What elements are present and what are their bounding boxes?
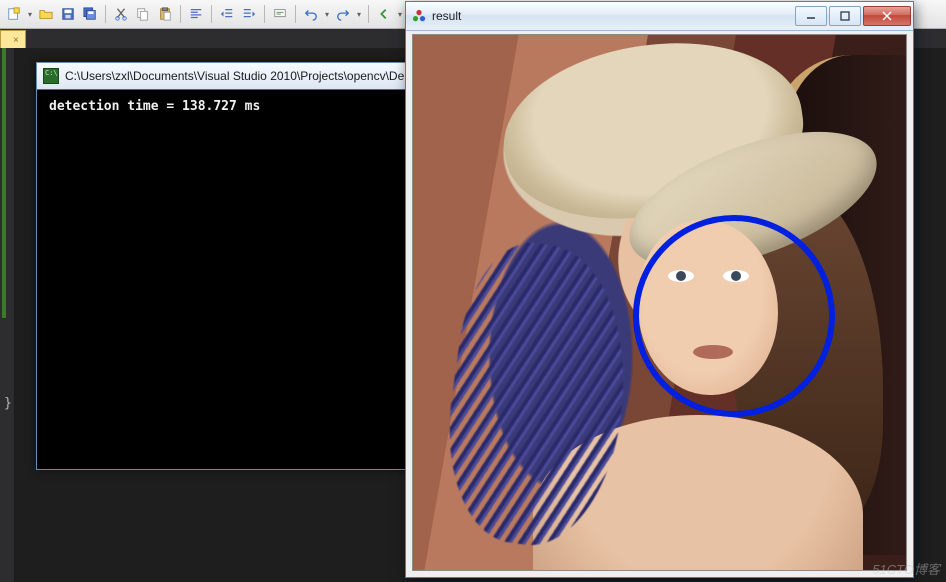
copy-icon[interactable]	[133, 4, 153, 24]
dropdown-icon[interactable]: ▾	[396, 10, 404, 19]
face-detection-circle	[633, 215, 835, 417]
dropdown-icon[interactable]: ▾	[323, 10, 331, 19]
separator	[264, 5, 265, 23]
close-icon[interactable]: ×	[13, 35, 19, 46]
separator	[295, 5, 296, 23]
separator	[105, 5, 106, 23]
minimize-button[interactable]	[795, 6, 827, 26]
window-buttons	[793, 6, 911, 26]
paste-icon[interactable]	[155, 4, 175, 24]
code-brace: }	[4, 396, 12, 411]
maximize-button[interactable]	[829, 6, 861, 26]
undo-icon[interactable]	[301, 4, 321, 24]
editor-workspace: } C:\Users\zxl\Documents\Visual Studio 2…	[0, 48, 946, 582]
redo-icon[interactable]	[333, 4, 353, 24]
close-button[interactable]	[863, 6, 911, 26]
console-title: C:\Users\zxl\Documents\Visual Studio 201…	[65, 69, 425, 83]
result-titlebar[interactable]: result	[406, 2, 913, 31]
navigate-back-icon[interactable]	[374, 4, 394, 24]
align-left-icon[interactable]	[186, 4, 206, 24]
separator	[211, 5, 212, 23]
result-image-area	[412, 34, 907, 571]
change-marker	[2, 48, 6, 318]
comment-icon[interactable]	[270, 4, 290, 24]
save-icon[interactable]	[58, 4, 78, 24]
dropdown-icon[interactable]: ▾	[355, 10, 363, 19]
open-icon[interactable]	[36, 4, 56, 24]
console-window[interactable]: C:\Users\zxl\Documents\Visual Studio 201…	[36, 62, 432, 470]
dropdown-icon[interactable]: ▾	[26, 10, 34, 19]
separator	[180, 5, 181, 23]
opencv-icon	[412, 9, 426, 23]
document-tab[interactable]: ×	[0, 30, 26, 49]
console-titlebar[interactable]: C:\Users\zxl\Documents\Visual Studio 201…	[37, 63, 431, 90]
lena-image	[413, 35, 906, 570]
console-output: detection time = 138.727 ms	[41, 93, 427, 465]
cut-icon[interactable]	[111, 4, 131, 24]
editor-gutter: }	[0, 48, 15, 582]
cmd-icon	[43, 68, 59, 84]
save-all-icon[interactable]	[80, 4, 100, 24]
result-window[interactable]: result	[405, 1, 914, 578]
indent-icon[interactable]	[239, 4, 259, 24]
new-project-icon[interactable]	[4, 4, 24, 24]
result-title: result	[432, 9, 793, 23]
separator	[368, 5, 369, 23]
outdent-icon[interactable]	[217, 4, 237, 24]
